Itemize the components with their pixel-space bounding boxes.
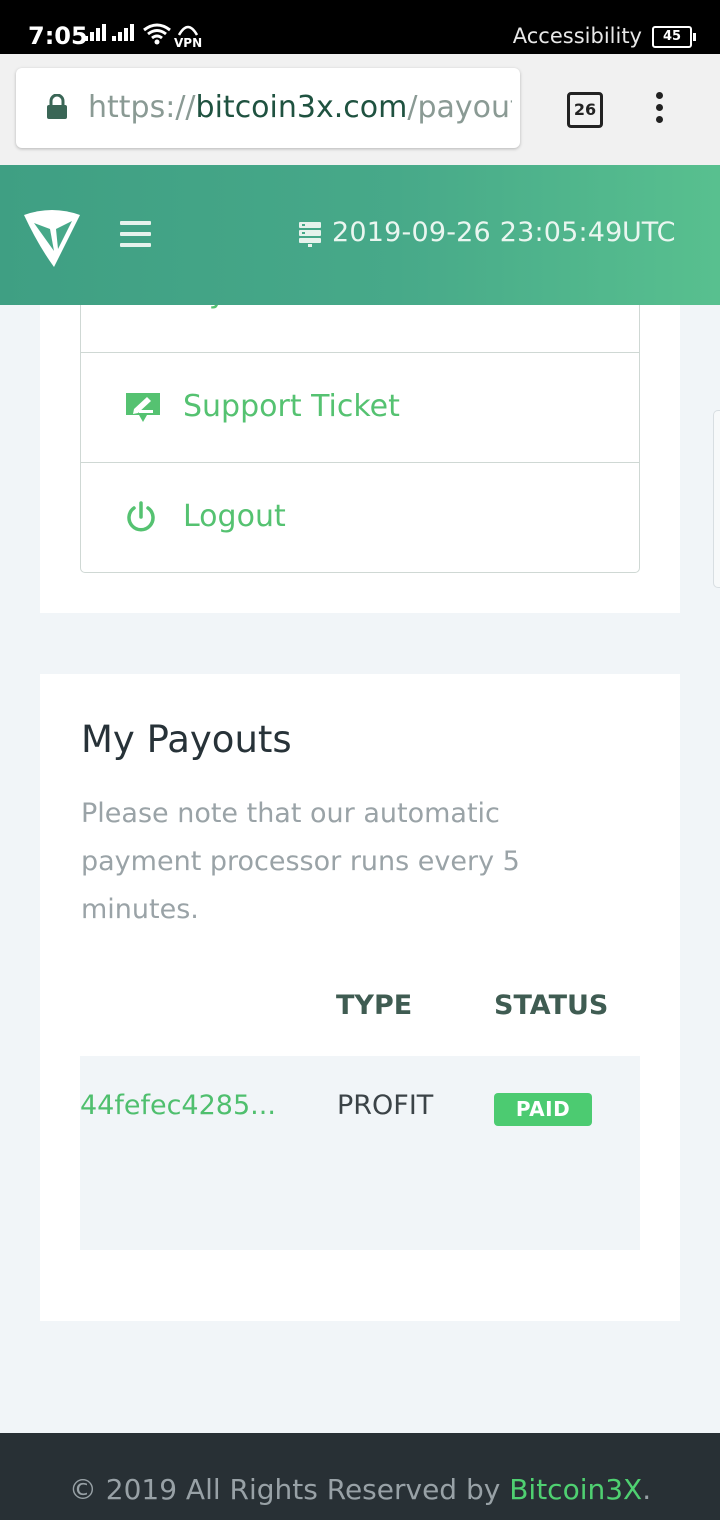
- timezone-label: UTC: [622, 217, 676, 248]
- wifi-icon: [143, 23, 171, 45]
- menu-dot: [656, 92, 663, 99]
- server-datetime: 2019-09-26 23:05:49: [332, 217, 623, 248]
- copyright-prefix: © 2019 All Rights Reserved by: [68, 1473, 510, 1506]
- menu-item-logout[interactable]: Logout: [81, 462, 639, 573]
- menu-item-support-ticket[interactable]: Support Ticket: [81, 352, 639, 463]
- hamburger-menu-icon[interactable]: [120, 221, 151, 254]
- payouts-note: Please note that our automatic payment p…: [81, 798, 520, 925]
- server-icon: [299, 222, 321, 247]
- power-icon: [127, 501, 155, 532]
- status-bar: 7:05 VPN Accessibility 45: [0, 0, 720, 54]
- support-ticket-icon: [126, 393, 160, 422]
- copyright-text: © 2019 All Rights Reserved by Bitcoin3X.: [0, 1473, 720, 1506]
- account-menu-card: My Referrals Support Ticket Logout: [40, 285, 680, 613]
- table-row: 44fefec4285... PROFIT PAID: [80, 1056, 640, 1250]
- url-host: bitcoin3x.com: [195, 90, 408, 125]
- battery-icon: 45: [652, 26, 696, 48]
- status-time: 7:05: [28, 22, 88, 50]
- site-footer: © 2019 All Rights Reserved by Bitcoin3X.: [0, 1433, 720, 1520]
- status-badge: PAID: [494, 1093, 592, 1126]
- column-header-type: TYPE: [336, 990, 413, 1021]
- payout-type: PROFIT: [337, 1090, 434, 1121]
- browser-menu-button[interactable]: [656, 92, 670, 128]
- lock-icon: [47, 94, 67, 119]
- copyright-suffix: .: [642, 1473, 652, 1506]
- signal-icon-2: [112, 24, 134, 41]
- menu-dot: [656, 116, 663, 123]
- payout-id-link[interactable]: 44fefec4285...: [80, 1090, 295, 1121]
- url-path: /payout: [407, 90, 512, 125]
- url-scheme: https://: [88, 90, 196, 125]
- signal-icon: [84, 24, 106, 41]
- scrollbar-handle[interactable]: [713, 410, 720, 588]
- column-header-status: STATUS: [494, 990, 609, 1021]
- browser-toolbar: https://bitcoin3x.com/payout 26: [0, 54, 720, 165]
- menu-dot: [656, 104, 663, 111]
- footer-brand-link[interactable]: Bitcoin3X: [509, 1473, 642, 1506]
- table-header: TYPE STATUS: [80, 986, 640, 1036]
- menu-item-label: Logout: [183, 499, 286, 534]
- vpn-icon: VPN: [174, 22, 202, 50]
- payouts-card: My Payouts Please note that our automati…: [40, 674, 680, 1321]
- accessibility-indicator: Accessibility: [512, 24, 642, 48]
- menu-item-label: Support Ticket: [183, 389, 400, 424]
- page-title: My Payouts: [81, 718, 292, 761]
- tab-switcher-button[interactable]: 26: [567, 92, 603, 128]
- site-header: 2019-09-26 23:05:49 UTC: [0, 165, 720, 305]
- vpn-label: VPN: [174, 36, 203, 50]
- account-menu-list: My Referrals Support Ticket Logout: [80, 285, 640, 573]
- url-text[interactable]: https://bitcoin3x.com/payout: [88, 90, 512, 125]
- address-bar[interactable]: https://bitcoin3x.com/payout: [16, 68, 520, 148]
- site-logo-icon[interactable]: [20, 205, 84, 269]
